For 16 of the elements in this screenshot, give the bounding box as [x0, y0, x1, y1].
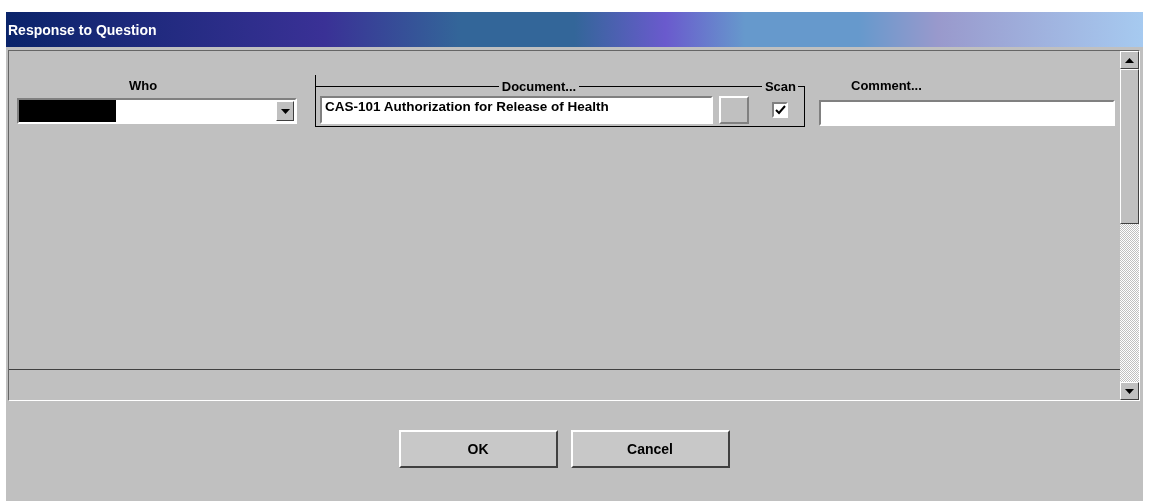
scan-checkbox[interactable] — [772, 102, 789, 118]
cancel-button[interactable]: Cancel — [570, 430, 730, 468]
scroll-thumb[interactable] — [1120, 69, 1139, 224]
who-dropdown[interactable] — [17, 98, 297, 124]
comment-field[interactable] — [819, 100, 1115, 126]
document-field[interactable]: CAS-101 Authorization for Release of Health — [320, 96, 714, 124]
ok-button[interactable]: OK — [398, 430, 558, 468]
scroll-down-icon[interactable] — [1120, 382, 1139, 400]
column-header: Comment... — [851, 78, 923, 95]
scroll-up-icon[interactable] — [1120, 51, 1139, 69]
column-header: Document... — [501, 78, 577, 94]
browse-button[interactable] — [719, 96, 750, 124]
vertical-scrollbar[interactable] — [1120, 51, 1139, 400]
column-header: Who — [129, 78, 158, 93]
window-title: Response to Question — [8, 21, 157, 38]
column-header: Scan — [764, 78, 796, 94]
